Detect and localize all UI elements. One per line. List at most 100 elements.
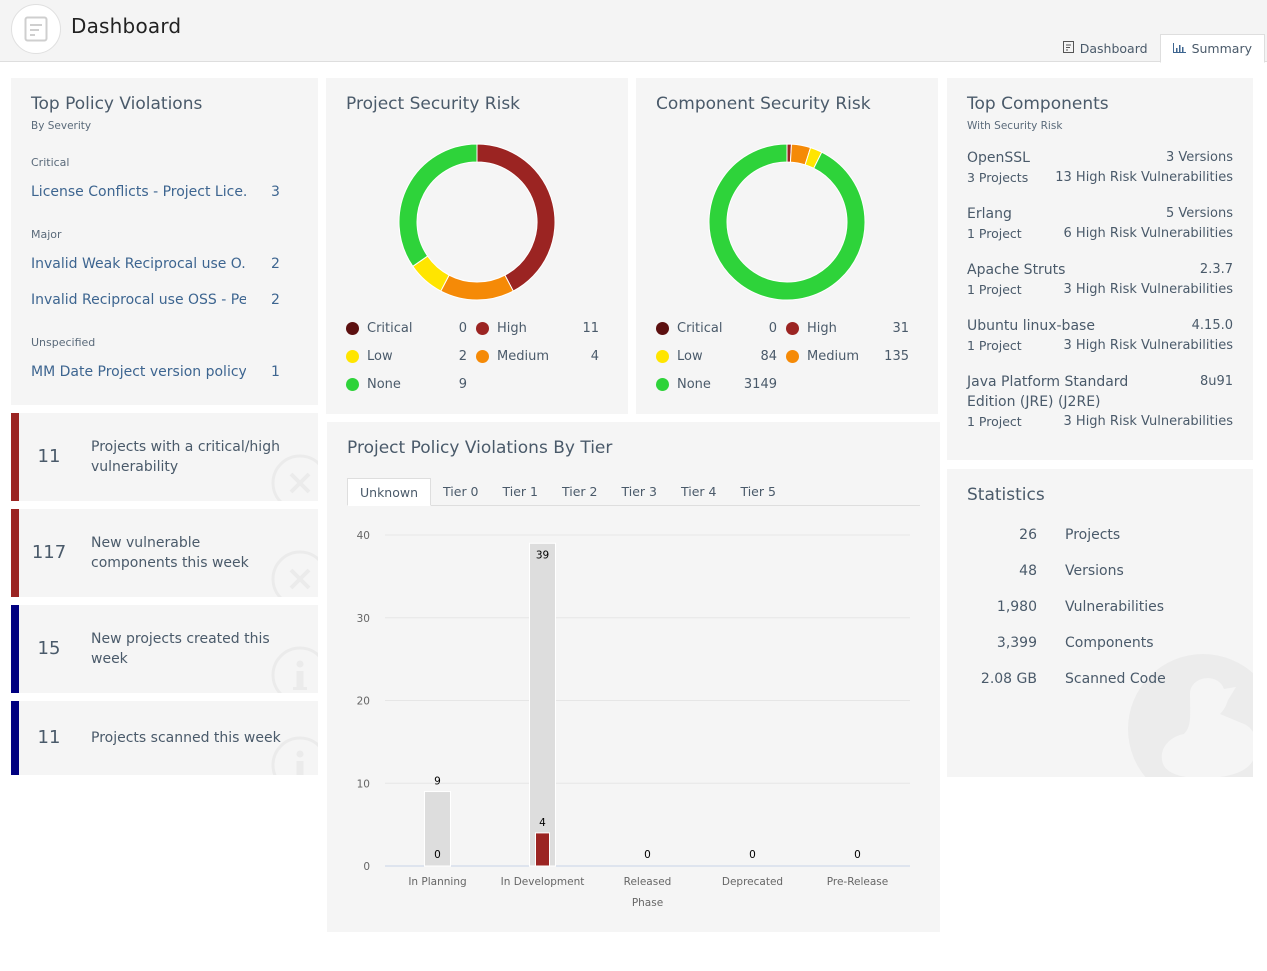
data-label-total: 39 (536, 549, 549, 561)
legend-value: 31 (892, 321, 909, 336)
tab-summary[interactable]: Summary (1159, 34, 1265, 63)
policy-violation-item[interactable]: MM Date Project version policy 1 (31, 364, 291, 380)
card-subtitle: With Security Risk (967, 120, 1063, 132)
statistic-label: Components (1065, 635, 1154, 651)
component-projects: 1 Project (967, 226, 1022, 241)
tier-bar-chart: 0 10 20 30 40 9 0 In Planning 39 4 In Development 0… (357, 530, 910, 909)
tier-tab-0[interactable]: Tier 0 (431, 478, 491, 506)
statistic-row: 2.08 GB Scanned Code (967, 661, 1233, 697)
legend-item-low[interactable]: Low 2 (346, 349, 467, 364)
policy-name: MM Date Project version policy (31, 364, 246, 380)
x-tick-label: In Planning (408, 876, 466, 888)
card-subtitle: By Severity (31, 120, 92, 132)
view-tabs: Dashboard Summary (1051, 34, 1265, 63)
legend-value: 0 (768, 321, 777, 336)
tier-tab-4[interactable]: Tier 4 (668, 478, 729, 506)
donut-slice-none[interactable] (398, 143, 478, 268)
component-name: OpenSSL (967, 150, 1030, 166)
bar-violations[interactable] (535, 832, 550, 867)
stat-text: New projects created this week (91, 631, 270, 667)
y-tick-label: 10 (357, 778, 370, 790)
top-policy-violations-card: Top Policy Violations By Severity Critic… (11, 78, 318, 405)
component-vulns: 3 High Risk Vulnerabilities (1063, 338, 1233, 353)
legend-dot-icon (656, 322, 669, 335)
policy-name: Invalid Reciprocal use OSS - Pe... (31, 292, 246, 308)
component-item[interactable]: Java Platform Standard Edition (JRE) (J2… (967, 372, 1233, 432)
legend-label: Medium (497, 349, 549, 364)
stat-card-new-vulnerable-components[interactable]: 117 New vulnerable components this week (11, 509, 318, 597)
card-title: Top Policy Violations (31, 94, 203, 114)
component-item[interactable]: Apache Struts 2.3.7 1 Project 3 High Risk … (967, 260, 1233, 300)
legend-label: Low (367, 349, 393, 364)
policy-count: 3 (271, 184, 280, 200)
legend-item-none[interactable]: None 9 (346, 377, 467, 392)
component-item[interactable]: Erlang 5 Versions 1 Project 6 High Risk Vu… (967, 204, 1233, 244)
policy-count: 1 (271, 364, 280, 380)
legend-item-high[interactable]: High 31 (786, 321, 909, 336)
legend-dot-icon (346, 322, 359, 335)
statistic-label: Projects (1065, 527, 1121, 543)
legend-dot-icon (656, 378, 669, 391)
component-vulns: 6 High Risk Vulnerabilities (1063, 226, 1233, 241)
stat-card-scanned-projects[interactable]: 11 Projects scanned this week (11, 701, 318, 775)
legend-label: Critical (367, 321, 413, 336)
tab-dashboard[interactable]: Dashboard (1051, 34, 1160, 62)
policy-violation-item[interactable]: Invalid Weak Reciprocal use O... 2 (31, 256, 291, 272)
stat-value: 11 (37, 446, 61, 467)
project-security-risk-card: Project Security Risk Critical 0 High 11 Low… (326, 78, 628, 414)
data-label-violations: 0 (434, 849, 441, 861)
legend-value: 3149 (743, 377, 777, 392)
legend-dot-icon (476, 350, 489, 363)
policy-violation-item[interactable]: License Conflicts - Project Lice... 3 (31, 184, 291, 200)
stat-card-new-projects[interactable]: 15 New projects created this week (11, 605, 318, 693)
tier-tab-1[interactable]: Tier 1 (490, 478, 550, 506)
tab-label: Dashboard (1079, 40, 1148, 56)
component-version: 4.15.0 (1191, 318, 1233, 333)
legend-item-medium[interactable]: Medium 135 (786, 349, 909, 364)
donut-slice-medium[interactable] (440, 274, 514, 301)
tier-tab-3[interactable]: Tier 3 (609, 478, 669, 506)
legend-value: 9 (458, 377, 467, 392)
statistic-label: Scanned Code (1065, 671, 1166, 687)
statistic-row: 48 Versions (967, 553, 1233, 589)
donut-slice-high[interactable] (476, 143, 556, 292)
legend-label: None (677, 377, 711, 392)
tier-tab-2[interactable]: Tier 2 (550, 478, 610, 506)
legend-item-medium[interactable]: Medium 4 (476, 349, 599, 364)
component-version: 2.3.7 (1199, 262, 1233, 277)
tier-tab-unknown[interactable]: Unknown (347, 478, 432, 506)
component-item[interactable]: OpenSSL 3 Versions 3 Projects 13 High Risk… (967, 148, 1233, 188)
legend-item-low[interactable]: Low 84 (656, 349, 777, 364)
tier-tab-5[interactable]: Tier 5 (728, 478, 788, 506)
y-tick-label: 20 (357, 696, 370, 708)
info-circle-icon (271, 646, 318, 693)
card-title: Statistics (967, 485, 1045, 505)
card-title: Top Components (967, 94, 1109, 114)
legend-item-high[interactable]: High 11 (476, 321, 599, 336)
policy-name: License Conflicts - Project Lice... (31, 184, 246, 200)
component-risk-donut[interactable] (708, 143, 866, 301)
legend-item-critical[interactable]: Critical 0 (656, 321, 777, 336)
statistic-value: 1,980 (996, 599, 1037, 615)
legend-item-none[interactable]: None 3149 (656, 377, 777, 392)
component-item[interactable]: Ubuntu linux-base 4.15.0 1 Project 3 High … (967, 316, 1233, 356)
stat-card-critical-projects[interactable]: 11 Projects with a critical/high vulnera… (11, 413, 318, 501)
legend-label: High (807, 321, 837, 336)
policy-violation-item[interactable]: Invalid Reciprocal use OSS - Pe... 2 (31, 292, 291, 308)
severity-bar (11, 509, 19, 597)
donut-slice-none[interactable] (708, 143, 866, 301)
x-axis-title: Phase (632, 897, 663, 909)
y-tick-label: 40 (357, 530, 370, 542)
policy-name: Invalid Weak Reciprocal use O... (31, 256, 246, 272)
component-version: 8u91 (1199, 374, 1233, 389)
component-name: Apache Struts (967, 262, 1066, 278)
legend-label: High (497, 321, 527, 336)
legend-item-critical[interactable]: Critical 0 (346, 321, 467, 336)
y-tick-label: 30 (357, 613, 370, 625)
data-label-violations: 4 (539, 817, 546, 829)
tab-label: Summary (1191, 41, 1252, 56)
statistic-value: 3,399 (996, 635, 1037, 651)
project-risk-donut[interactable] (398, 143, 556, 301)
statistics-list: 26 Projects 48 Versions 1,980 Vulnerabiliti… (967, 517, 1233, 697)
top-components-card: Top Components With Security Risk OpenSS… (947, 78, 1253, 460)
